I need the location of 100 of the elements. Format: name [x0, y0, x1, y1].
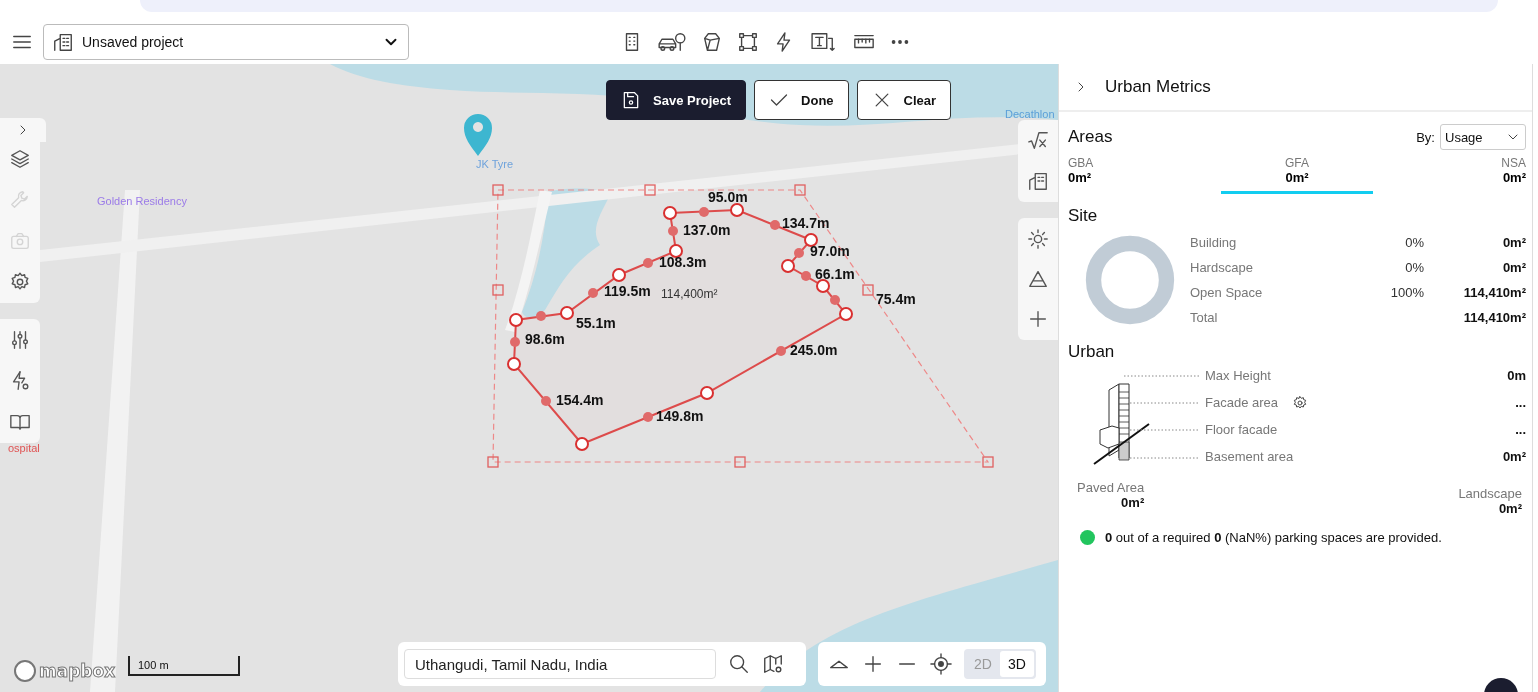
vertex-handle[interactable]: [509, 313, 523, 327]
midpoint-handle[interactable]: [830, 295, 840, 305]
area-tab[interactable]: GBA 0m²: [1068, 156, 1220, 194]
vertex-handle[interactable]: [730, 203, 744, 217]
midpoint-handle[interactable]: [536, 311, 546, 321]
group-by-select[interactable]: Usage: [1440, 124, 1526, 150]
metric-label: Basement area: [1205, 449, 1294, 464]
map-settings-icon[interactable]: [762, 653, 784, 675]
metric-percent: 0%: [1404, 260, 1424, 275]
place-label: ospital: [8, 442, 40, 454]
metric-label: Paved Area: [1077, 480, 1145, 495]
car-tree-icon[interactable]: [657, 31, 687, 53]
plus-icon[interactable]: [1027, 308, 1049, 330]
vertex-handle[interactable]: [839, 307, 853, 321]
resize-handle[interactable]: [487, 456, 499, 468]
section-title: Site: [1068, 206, 1099, 226]
edge-length-label: 98.6m: [525, 330, 565, 347]
vertex-handle[interactable]: [804, 233, 818, 247]
resize-handle[interactable]: [862, 284, 874, 296]
midpoint-handle[interactable]: [801, 271, 811, 281]
terrain-icon[interactable]: [1027, 268, 1049, 290]
vertex-handle[interactable]: [612, 268, 626, 282]
metric-value: 0m²: [1121, 495, 1145, 510]
vertex-handle[interactable]: [560, 306, 574, 320]
metric-value: 0m²: [1502, 260, 1526, 275]
edge-length-label: 149.8m: [656, 407, 704, 424]
resize-handle[interactable]: [794, 184, 806, 196]
metric-label: Open Space: [1190, 285, 1264, 300]
area-label: 114,400m²: [661, 287, 718, 301]
sun-icon[interactable]: [1027, 228, 1049, 250]
metric-value: 0m²: [1502, 235, 1526, 250]
edge-length-label: 66.1m: [815, 265, 855, 282]
sliders-icon[interactable]: [9, 329, 31, 351]
settings-icon[interactable]: [1292, 394, 1308, 411]
metric-label: Hardscape: [1190, 260, 1254, 275]
save-icon: [621, 90, 641, 110]
resize-handle[interactable]: [492, 184, 504, 196]
midpoint-handle[interactable]: [510, 337, 520, 347]
metric-label: Facade area: [1205, 395, 1278, 410]
midpoint-handle[interactable]: [776, 346, 786, 356]
area-tab[interactable]: GFA 0m²: [1221, 156, 1373, 194]
resize-handle[interactable]: [734, 456, 746, 468]
metric-label: Building: [1190, 235, 1238, 250]
midpoint-handle[interactable]: [588, 288, 598, 298]
metric-value: 114,410m²: [1463, 310, 1526, 325]
vertex-handle[interactable]: [575, 437, 589, 451]
metric-value: ...: [1515, 395, 1526, 410]
layers-icon[interactable]: [9, 148, 31, 170]
area-tab[interactable]: NSA 0m²: [1374, 156, 1526, 194]
midpoint-handle[interactable]: [699, 207, 709, 217]
mapbox-logo: mapbox: [14, 660, 116, 682]
section-title: Urban: [1068, 342, 1116, 362]
edge-length-label: 245.0m: [790, 341, 838, 358]
metric-percent: 100%: [1390, 285, 1424, 300]
vertex-handle[interactable]: [816, 279, 830, 293]
shape-select-icon[interactable]: [737, 31, 759, 53]
vertex-handle[interactable]: [781, 259, 795, 273]
parking-status-text: 0 out of a required 0 (NaN%) parking spaces are provided.: [1105, 530, 1442, 545]
metric-value: ...: [1515, 422, 1526, 437]
save-button[interactable]: Save Project: [606, 80, 747, 120]
clear-button[interactable]: Clear: [856, 80, 952, 120]
edge-length-label: 108.3m: [659, 253, 707, 270]
resize-handle[interactable]: [644, 184, 656, 196]
cube-icon[interactable]: [701, 31, 723, 53]
vertex-handle[interactable]: [700, 386, 714, 400]
edge-length-label: 137.0m: [683, 221, 731, 238]
edge-length-label: 95.0m: [708, 188, 748, 205]
place-label: JK Tyre: [476, 158, 514, 170]
square-root-icon[interactable]: [1027, 130, 1049, 152]
midpoint-handle[interactable]: [794, 248, 804, 258]
place-label: Golden Residency: [97, 195, 187, 207]
midpoint-handle[interactable]: [541, 396, 551, 406]
zoom-in-icon[interactable]: [862, 653, 884, 675]
resize-handle[interactable]: [492, 284, 504, 296]
metric-percent: 0%: [1404, 235, 1424, 250]
done-button[interactable]: Done: [754, 80, 849, 120]
midpoint-handle[interactable]: [643, 412, 653, 422]
metric-label: Total: [1190, 310, 1219, 325]
locate-icon[interactable]: [930, 653, 952, 675]
building-icon: [52, 31, 74, 53]
search-icon[interactable]: [728, 653, 750, 675]
metric-label: Landscape: [1458, 486, 1522, 501]
midpoint-handle[interactable]: [668, 226, 678, 236]
vertex-handle[interactable]: [669, 244, 683, 258]
building-icon[interactable]: [1027, 170, 1049, 192]
vertex-handle[interactable]: [663, 206, 677, 220]
metric-label: Floor facade: [1205, 422, 1278, 437]
midpoint-handle[interactable]: [770, 220, 780, 230]
project-select[interactable]: Unsaved project: [43, 24, 409, 60]
edge-length-label: 75.4m: [876, 290, 916, 307]
metric-label: Max Height: [1205, 368, 1271, 383]
location-search-field[interactable]: Uthangudi, Tamil Nadu, India: [404, 649, 716, 679]
view-mode-tab[interactable]: 3D: [1000, 651, 1034, 677]
edge-length-label: 154.4m: [556, 391, 604, 408]
place-label: Decathlon: [1005, 108, 1055, 120]
midpoint-handle[interactable]: [643, 258, 653, 268]
metric-value: 0m²: [1498, 501, 1522, 516]
resize-handle[interactable]: [982, 456, 994, 468]
vertex-handle[interactable]: [507, 357, 521, 371]
panel-title: Urban Metrics: [1105, 77, 1211, 97]
